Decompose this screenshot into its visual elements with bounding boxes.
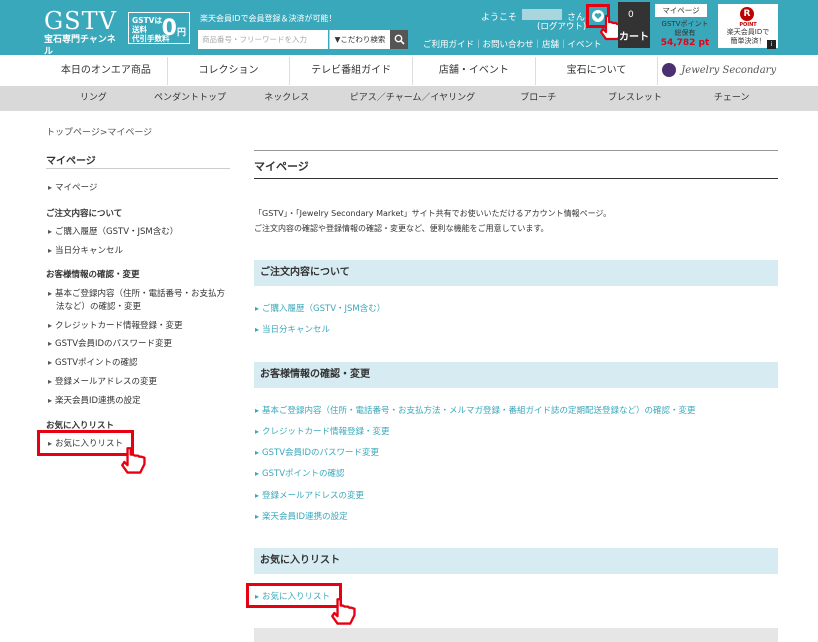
nav-about-gems[interactable]: 宝石について bbox=[536, 57, 659, 85]
sidebar-item-order-history[interactable]: ご購入履歴（GSTV・JSM含む） bbox=[48, 225, 178, 237]
info-icon[interactable]: i bbox=[767, 40, 776, 49]
sidebar-item-cancel[interactable]: 当日分キャンセル bbox=[48, 244, 123, 256]
link-rakuten[interactable]: 楽天会員ID連携の設定 bbox=[255, 510, 348, 522]
sidebar-heading-customer: お客様情報の確認・変更 bbox=[46, 270, 140, 280]
points-label-1: GSTVポイント bbox=[661, 20, 709, 28]
section-header-customer: お客様情報の確認・変更 bbox=[254, 362, 778, 388]
cart-label: カート bbox=[619, 32, 649, 43]
breadcrumb[interactable]: トップページ>マイページ bbox=[46, 125, 152, 138]
link-points[interactable]: GSTVポイントの確認 bbox=[255, 467, 345, 479]
nav-collection[interactable]: コレクション bbox=[168, 57, 291, 85]
search-input[interactable] bbox=[198, 30, 328, 49]
sidebar-item-mypage[interactable]: マイページ bbox=[48, 181, 97, 193]
sidebar-item-points[interactable]: GSTVポイントの確認 bbox=[48, 356, 138, 368]
category-necklace[interactable]: ネックレス bbox=[238, 86, 335, 111]
rakuten-logo-icon: R bbox=[740, 7, 754, 21]
link-email[interactable]: 登録メールアドレスの変更 bbox=[255, 489, 364, 501]
link-credit[interactable]: クレジットカード情報登録・変更 bbox=[255, 425, 390, 437]
sidebar-item-rakuten[interactable]: 楽天会員ID連携の設定 bbox=[48, 394, 141, 406]
category-earrings[interactable]: ピアス／チャーム／イヤリング bbox=[335, 86, 490, 111]
logo-subtitle: 宝石専門チャンネル bbox=[44, 35, 116, 57]
link-basic-info[interactable]: 基本ご登録内容（住所・電話番号・お支払方法・メルマガ登録・番組ガイド誌の定期配送… bbox=[255, 404, 696, 416]
page-description-2: ご注文内容の確認や登録情報の確認・変更など、便利な機能をご用意しています。 bbox=[254, 224, 549, 233]
pointer-cursor-icon bbox=[121, 447, 146, 474]
welcome-text: ようこそ bbox=[481, 13, 518, 23]
category-ring[interactable]: リング bbox=[45, 86, 142, 111]
search-button[interactable] bbox=[390, 30, 408, 49]
logo-text: GSTV bbox=[44, 7, 117, 35]
section-header-favorites: お気に入りリスト bbox=[254, 548, 778, 574]
sidebar-item-password[interactable]: GSTV会員IDのパスワード変更 bbox=[48, 337, 172, 349]
sidebar-title: マイページ bbox=[46, 156, 96, 167]
title-underline bbox=[254, 178, 778, 179]
nav-tv-guide[interactable]: テレビ番組ガイド bbox=[290, 57, 414, 85]
nav-onair[interactable]: 本日のオンエア商品 bbox=[45, 57, 168, 85]
category-bracelet[interactable]: ブレスレット bbox=[587, 86, 684, 111]
category-chain[interactable]: チェーン bbox=[683, 86, 780, 111]
category-brooch[interactable]: ブローチ bbox=[490, 86, 587, 111]
sidebar-item-credit[interactable]: クレジットカード情報登録・変更 bbox=[48, 319, 183, 331]
points-label: GSTVポイント 総保有 bbox=[655, 20, 715, 38]
link-cancel[interactable]: 当日分キャンセル bbox=[255, 323, 330, 335]
section-header-orders: ご注文内容について bbox=[254, 260, 778, 286]
username-mask bbox=[522, 9, 562, 20]
sidebar-divider bbox=[46, 168, 230, 169]
pointer-cursor-icon bbox=[331, 598, 356, 625]
link-password[interactable]: GSTV会員IDのパスワード変更 bbox=[255, 446, 379, 458]
header-utility-links[interactable]: ご利用ガイド｜お問い合わせ｜店舗｜イベント bbox=[423, 38, 602, 50]
points-value: 54,782 pt bbox=[660, 38, 710, 48]
mypage-button[interactable]: マイページ bbox=[655, 4, 707, 17]
link-order-history[interactable]: ご購入履歴（GSTV・JSM含む） bbox=[255, 302, 385, 314]
logout-link[interactable]: (ログアウト) bbox=[537, 20, 586, 32]
nav-store-event[interactable]: 店舗・イベント bbox=[413, 57, 536, 85]
jsm-logo-icon bbox=[662, 63, 677, 77]
sidebar-heading-orders: ご注文内容について bbox=[46, 209, 123, 219]
sidebar-item-basic-info[interactable]: 基本ご登録内容（住所・電話番号・お支払方 bbox=[48, 287, 225, 299]
rakuten-text-1: 楽天会員IDで bbox=[726, 28, 770, 36]
page-title: マイページ bbox=[254, 160, 309, 173]
nav-jsm[interactable]: Jewelry Secondary Market bbox=[658, 57, 780, 104]
points-label-2: 総保有 bbox=[674, 29, 696, 37]
gstv-logo[interactable]: GSTV 宝石専門チャンネル bbox=[44, 8, 124, 58]
search-icon bbox=[394, 34, 405, 45]
category-pendant[interactable]: ペンダントトップ bbox=[142, 86, 239, 111]
content-top-rule bbox=[254, 150, 778, 151]
cart-button[interactable]: 0 カート bbox=[618, 2, 650, 48]
advanced-search-button[interactable]: ▼こだわり検索 bbox=[329, 30, 390, 49]
promo-unit: 円 bbox=[176, 28, 186, 38]
page-description-1: 「GSTV」・「Jewelry Secondary Market」サイト共有でお… bbox=[254, 209, 612, 218]
bottom-section-bar bbox=[254, 628, 778, 642]
sidebar-item-email[interactable]: 登録メールアドレスの変更 bbox=[48, 375, 157, 387]
main-navigation: 本日のオンエア商品 コレクション テレビ番組ガイド 店舗・イベント 宝石について… bbox=[45, 57, 780, 104]
cart-count: 0 bbox=[628, 10, 634, 20]
category-bar: リング ペンダントトップ ネックレス ピアス／チャーム／イヤリング ブローチ ブ… bbox=[0, 86, 818, 111]
promo-zero: 0 bbox=[161, 16, 177, 41]
sidebar-item-basic-info-cont[interactable]: 法など）の確認・変更 bbox=[56, 300, 141, 312]
site-header: GSTV 宝石専門チャンネル GSTVは 送料 代引手数料 0円 楽天会員IDで… bbox=[0, 0, 818, 58]
free-shipping-badge: GSTVは 送料 代引手数料 0円 bbox=[128, 12, 190, 44]
rakuten-message: 楽天会員IDで会員登録＆決済が可能！ bbox=[200, 14, 337, 23]
